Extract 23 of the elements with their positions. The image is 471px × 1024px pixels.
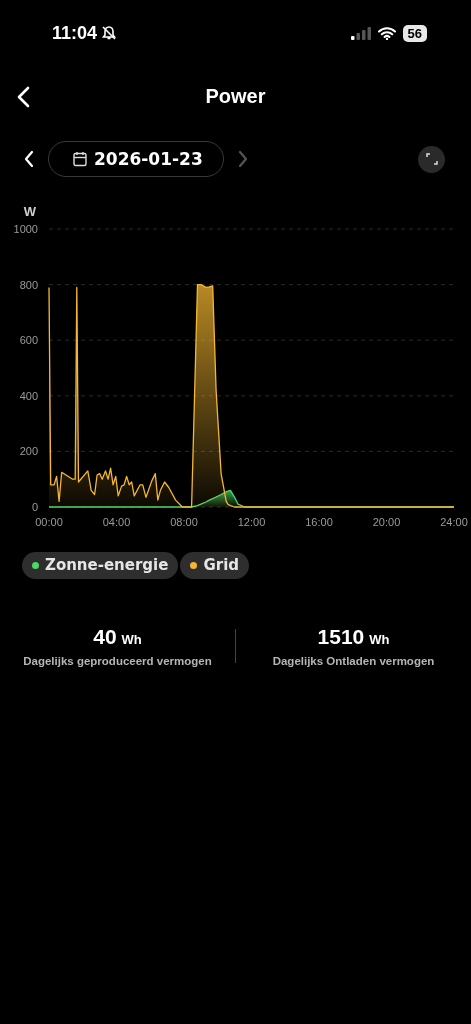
stat-unit: Wh bbox=[121, 632, 142, 647]
page-title: Power bbox=[205, 84, 266, 108]
x-tick-label: 20:00 bbox=[372, 516, 401, 528]
y-tick-label: 0 bbox=[31, 501, 38, 513]
x-tick-label: 00:00 bbox=[35, 516, 63, 528]
axis-unit-label: W bbox=[23, 204, 37, 219]
x-tick-label: 12:00 bbox=[237, 516, 266, 528]
y-tick-label: 200 bbox=[19, 445, 38, 458]
stat-value: 40 bbox=[93, 625, 117, 649]
stat-value: 1510 bbox=[317, 625, 365, 649]
x-tick-label: 16:00 bbox=[305, 516, 333, 528]
stat-unit: Wh bbox=[369, 632, 390, 647]
y-tick-label: 400 bbox=[19, 389, 38, 402]
clock: 11:04 bbox=[52, 22, 98, 44]
x-tick-label: 24:00 bbox=[440, 516, 468, 528]
x-tick-label: 04:00 bbox=[102, 516, 131, 528]
stat-label: Dagelijks Ontladen vermogen bbox=[272, 655, 435, 667]
y-tick-label: 1000 bbox=[13, 223, 38, 235]
battery-indicator: 56 bbox=[402, 24, 427, 42]
y-tick-label: 600 bbox=[19, 334, 38, 347]
stat-label: Dagelijks geproduceerd vermogen bbox=[23, 655, 212, 667]
x-tick-label: 08:00 bbox=[170, 516, 198, 528]
y-tick-label: 800 bbox=[19, 278, 38, 291]
